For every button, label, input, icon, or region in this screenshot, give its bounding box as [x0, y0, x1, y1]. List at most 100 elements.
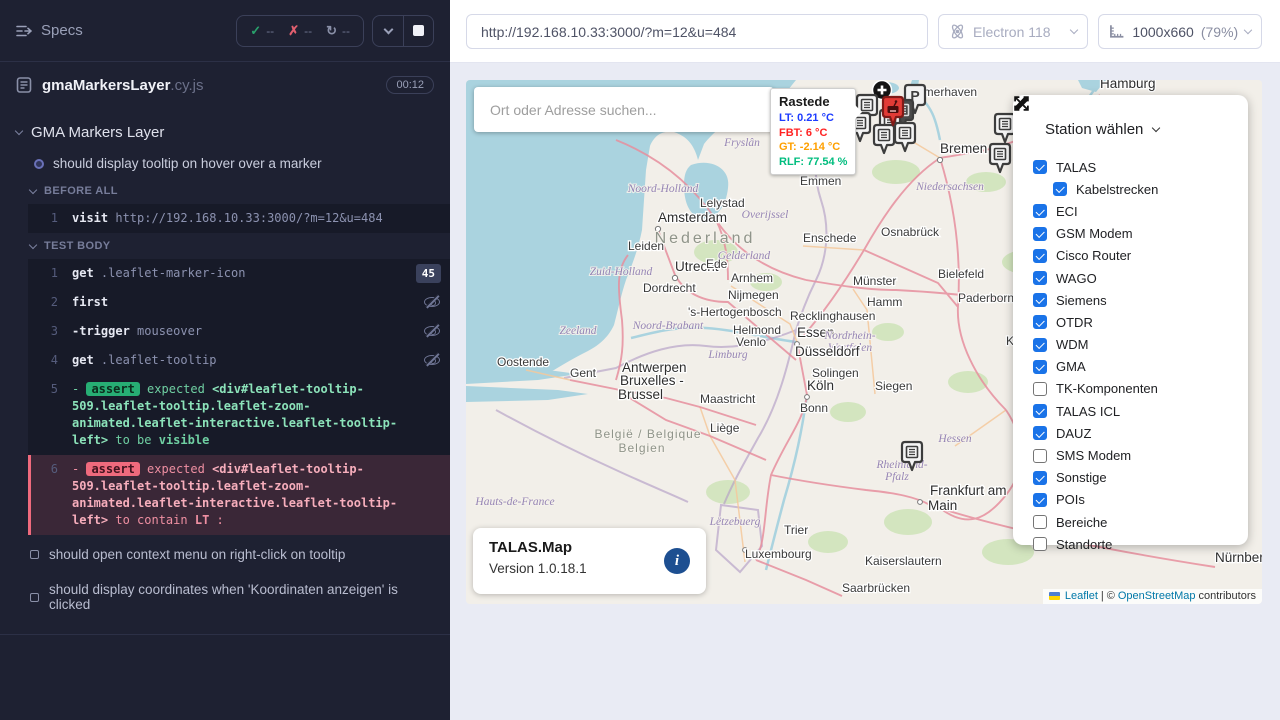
leaflet-map[interactable]: FryslânNoord-HollandEmmenLelystadAmsterd…: [466, 80, 1262, 604]
run-stats[interactable]: ✓-- ✗-- ↻--: [236, 15, 364, 47]
map-label: Nordrhein-: [823, 330, 875, 342]
layer-checkbox-pois[interactable]: POIs: [1033, 489, 1248, 511]
layer-checkbox-kabelstrecken[interactable]: Kabelstrecken: [1053, 178, 1248, 200]
url-input[interactable]: [466, 14, 928, 49]
element-count-badge: 45: [416, 264, 441, 283]
check-icon: ✓: [250, 23, 261, 39]
map-label: Frankfurt am: [930, 483, 1007, 498]
layer-checkbox-standorte[interactable]: Standorte: [1033, 533, 1248, 555]
collapse-all-button[interactable]: [373, 16, 403, 46]
leaflet-link[interactable]: Leaflet: [1065, 590, 1098, 602]
checkbox[interactable]: [1033, 515, 1047, 529]
map-label: Osnabrück: [881, 225, 940, 239]
info-icon[interactable]: i: [664, 548, 690, 574]
layer-checkbox-bereiche[interactable]: Bereiche: [1033, 511, 1248, 533]
browser-selector[interactable]: Electron 118: [938, 14, 1088, 49]
hook-before-all[interactable]: BEFORE ALL: [0, 178, 450, 204]
checkbox[interactable]: [1033, 271, 1047, 285]
layer-checkbox-eci[interactable]: ECI: [1033, 200, 1248, 222]
command-row[interactable]: 4 get .leaflet-tooltip: [28, 346, 450, 375]
checkbox[interactable]: [1033, 160, 1047, 174]
pending-test[interactable]: should display coordinates when 'Koordin…: [0, 574, 450, 620]
suite-title: GMA Markers Layer: [31, 124, 164, 141]
viewport-size: 1000x660: [1132, 24, 1194, 40]
test-title: should display tooltip on hover over a m…: [53, 156, 322, 171]
suite-gma-markers-layer[interactable]: GMA Markers Layer: [0, 116, 450, 149]
aut-toolbar: Electron 118 1000x660 (79%): [450, 0, 1280, 63]
checkbox[interactable]: [1053, 182, 1067, 196]
stop-icon: [413, 25, 424, 36]
viewport-ruler-icon: [1109, 24, 1125, 39]
map-label: Bremen: [940, 141, 987, 156]
layer-checkbox-gsm-modem[interactable]: GSM Modem: [1033, 223, 1248, 245]
checkbox[interactable]: [1033, 204, 1047, 218]
stop-run-button[interactable]: [403, 16, 433, 46]
layer-checkbox-dauz[interactable]: DAUZ: [1033, 422, 1248, 444]
expand-fullscreen-icon[interactable]: [1013, 95, 1030, 112]
specs-toggle-button[interactable]: Specs: [16, 22, 83, 39]
layer-checkbox-wdm[interactable]: WDM: [1033, 334, 1248, 356]
checkbox[interactable]: [1033, 471, 1047, 485]
map-label: Gelderland: [718, 250, 771, 262]
map-label: Maastricht: [700, 392, 756, 406]
layer-checkbox-gma[interactable]: GMA: [1033, 356, 1248, 378]
tooltip-row: LT: 0.21 °C: [779, 111, 847, 126]
layer-checkbox-wago[interactable]: WAGO: [1033, 267, 1248, 289]
checkbox[interactable]: [1033, 315, 1047, 329]
command-row[interactable]: 1 get .leaflet-marker-icon45: [28, 259, 450, 288]
map-label: Belgien: [618, 441, 665, 455]
chevron-down-icon: [383, 24, 393, 34]
map-label: Zuid-Holland: [590, 266, 653, 278]
command-row[interactable]: 2 first: [28, 288, 450, 317]
checkbox[interactable]: [1033, 449, 1047, 463]
map-attribution: Leaflet | © OpenStreetMap contributors: [1043, 589, 1262, 604]
pending-test[interactable]: should open context menu on right-click …: [0, 539, 450, 570]
checkbox[interactable]: [1033, 293, 1047, 307]
layer-checkbox-talas[interactable]: TALAS: [1033, 156, 1248, 178]
ukraine-flag-icon: [1049, 592, 1060, 600]
viewport-selector[interactable]: 1000x660 (79%): [1098, 14, 1262, 49]
checkbox[interactable]: [1033, 426, 1047, 440]
command-row[interactable]: 1 visit http://192.168.10.33:3000/?m=12&…: [28, 204, 450, 233]
spec-file-header[interactable]: gmaMarkersLayer.cy.js 00:12: [0, 62, 450, 108]
map-label: Hamburg: [1100, 80, 1156, 91]
map-search-input[interactable]: [474, 87, 774, 132]
electron-icon: [949, 23, 966, 40]
map-label: Dordrecht: [643, 281, 696, 295]
checkbox[interactable]: [1033, 227, 1047, 241]
spec-duration-badge: 00:12: [386, 76, 434, 94]
layer-checkbox-otdr[interactable]: OTDR: [1033, 311, 1248, 333]
checkbox[interactable]: [1033, 537, 1047, 551]
layer-checkbox-siemens[interactable]: Siemens: [1033, 289, 1248, 311]
map-label: Lelystad: [700, 196, 745, 210]
hidden-eye-slash-icon: [424, 355, 440, 365]
map-label: Luxembourg: [745, 547, 812, 561]
map-label: 's-Hertogenbosch: [688, 305, 782, 319]
checkbox[interactable]: [1033, 249, 1047, 263]
osm-link[interactable]: OpenStreetMap: [1118, 590, 1196, 602]
hook-test-body[interactable]: TEST BODY: [0, 233, 450, 259]
command-assert[interactable]: 6 - assert expected <div#leaflet-tooltip…: [28, 455, 450, 535]
command-row[interactable]: 3 -trigger mouseover: [28, 317, 450, 346]
checkbox[interactable]: [1033, 382, 1047, 396]
checkbox[interactable]: [1033, 404, 1047, 418]
hidden-eye-slash-icon: [424, 326, 440, 336]
station-select-dropdown[interactable]: Station wählen: [1045, 121, 1159, 138]
layer-checkbox-sms-modem[interactable]: SMS Modem: [1033, 444, 1248, 466]
checkbox[interactable]: [1033, 338, 1047, 352]
reporter-header: Specs ✓-- ✗-- ↻--: [0, 0, 450, 62]
active-test[interactable]: should display tooltip on hover over a m…: [0, 149, 450, 178]
command-assert[interactable]: 5 - assert expected <div#leaflet-tooltip…: [28, 375, 450, 455]
checkbox[interactable]: [1033, 493, 1047, 507]
layer-checkbox-talas-icl[interactable]: TALAS ICL: [1033, 400, 1248, 422]
map-label: Noord-Brabant: [632, 320, 704, 332]
test-body-commands: 1 get .leaflet-marker-icon45 2 first 3 -…: [28, 259, 450, 535]
checkbox[interactable]: [1033, 360, 1047, 374]
map-label: Saarbrücken: [842, 581, 910, 595]
layer-checkbox-tk-komponenten[interactable]: TK-Komponenten: [1033, 378, 1248, 400]
stat-passed: ✓--: [250, 23, 274, 39]
layer-checkbox-cisco-router[interactable]: Cisco Router: [1033, 245, 1248, 267]
assert-badge: assert: [86, 382, 139, 396]
layer-checkbox-sonstige[interactable]: Sonstige: [1033, 467, 1248, 489]
map-label: Kaiserslautern: [865, 554, 942, 568]
